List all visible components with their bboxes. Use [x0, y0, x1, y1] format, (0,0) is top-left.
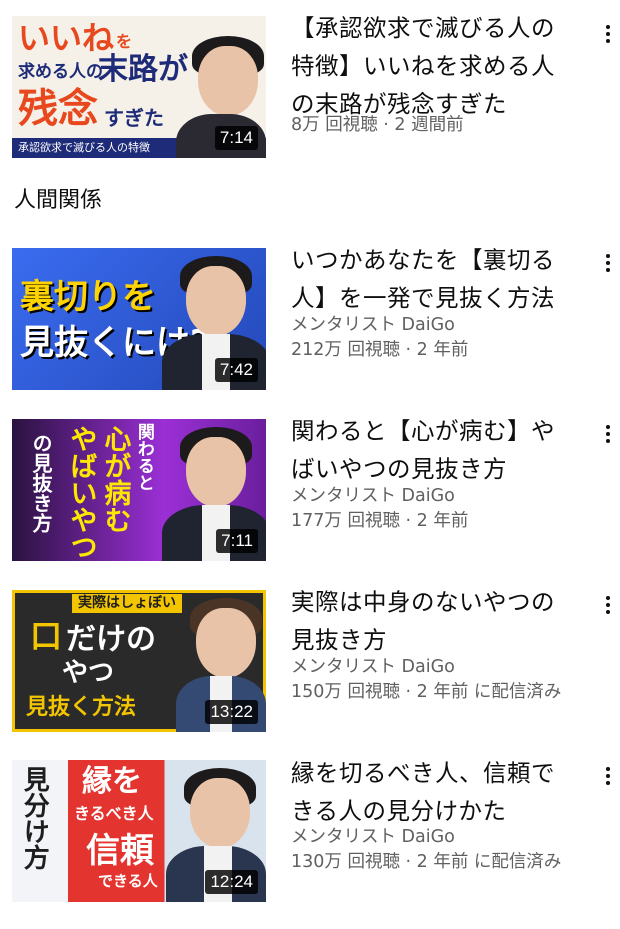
- thumbnail-text: やつ: [62, 658, 115, 688]
- video-title[interactable]: 実際は中身のないやつの見抜き方: [291, 583, 576, 659]
- thumbnail-text: 口: [30, 617, 63, 655]
- video-meta: 150万 回視聴 · 2 年前 に配信済み: [291, 682, 562, 702]
- thumbnail-text: すぎた: [104, 106, 164, 130]
- more-options-icon[interactable]: [598, 250, 618, 276]
- thumbnail-text: 心が病む: [99, 425, 131, 533]
- video-meta: 212万 回視聴 · 2 年前: [291, 340, 469, 360]
- video-duration: 7:14: [214, 126, 258, 150]
- video-title[interactable]: 縁を切るべき人、信頼できる人の見分けかた: [291, 754, 576, 830]
- channel-name[interactable]: メンタリスト DaiGo: [291, 825, 611, 850]
- video-meta: 177万 回視聴 · 2 年前: [291, 511, 469, 531]
- thumbnail-text: 見抜く方法: [26, 695, 137, 720]
- video-thumbnail[interactable]: 実際はしょぼい 口 だけの やつ 見抜く方法 13:22: [12, 590, 266, 732]
- thumbnail-text: 見分け方: [19, 766, 50, 870]
- thumbnail-text: できる人: [98, 872, 158, 890]
- thumbnail-text: の見抜き方: [29, 433, 53, 533]
- more-options-icon[interactable]: [598, 421, 618, 447]
- video-duration: 7:42: [214, 358, 258, 382]
- thumbnail-text: を: [116, 32, 133, 51]
- thumbnail-text: 信頼: [86, 831, 154, 871]
- channel-name[interactable]: メンタリスト DaiGo: [291, 313, 611, 338]
- more-options-icon[interactable]: [598, 763, 618, 789]
- video-thumbnail[interactable]: 関わると 心が病む やばいやつ の見抜き方 7:11: [12, 419, 266, 561]
- thumbnail-text: 裏切りを: [20, 277, 156, 317]
- video-title[interactable]: いつかあなたを【裏切る人】を一発で見抜く方法: [291, 241, 576, 317]
- video-meta: 8万 回視聴 · 2 週間前: [291, 115, 464, 135]
- thumbnail-text: 関わると: [133, 423, 154, 491]
- more-options-icon[interactable]: [598, 21, 618, 47]
- thumbnail-text: 実際はしょぼい: [72, 594, 182, 613]
- thumbnail-text: 縁を: [82, 764, 142, 799]
- channel-name[interactable]: メンタリスト DaiGo: [291, 655, 611, 680]
- video-duration: 13:22: [205, 700, 258, 724]
- video-title[interactable]: 関わると【心が病む】やばいやつの見抜き方: [291, 412, 576, 488]
- thumbnail-text: やばいやつ: [65, 425, 97, 560]
- thumbnail-text: 末路が: [98, 52, 188, 87]
- thumbnail-text: だけの: [66, 622, 156, 657]
- section-title: 人間関係: [14, 188, 103, 213]
- thumbnail-text: いいね: [18, 19, 115, 57]
- channel-name[interactable]: メンタリスト DaiGo: [291, 484, 611, 509]
- thumbnail-text: きるべき人: [74, 804, 154, 823]
- video-duration: 7:11: [216, 529, 258, 553]
- video-meta: 130万 回視聴 · 2 年前 に配信済み: [291, 852, 562, 872]
- thumbnail-text: 求める人の: [18, 62, 103, 82]
- more-options-icon[interactable]: [598, 592, 618, 618]
- video-title[interactable]: 【承認欲求で滅びる人の特徴】いいねを求める人の末路が残念すぎた: [291, 9, 576, 123]
- video-thumbnail[interactable]: 裏切りを 見抜くには? 7:42: [12, 248, 266, 390]
- video-thumbnail[interactable]: いいね を 求める人の 末路が 残念 すぎた 承認欲求で滅びる人の特徴 7:14: [12, 16, 266, 158]
- thumbnail-text: 残念: [18, 86, 98, 132]
- video-duration: 12:24: [205, 870, 258, 894]
- video-thumbnail[interactable]: 見分け方 縁を きるべき人 信頼 できる人 12:24: [12, 760, 266, 902]
